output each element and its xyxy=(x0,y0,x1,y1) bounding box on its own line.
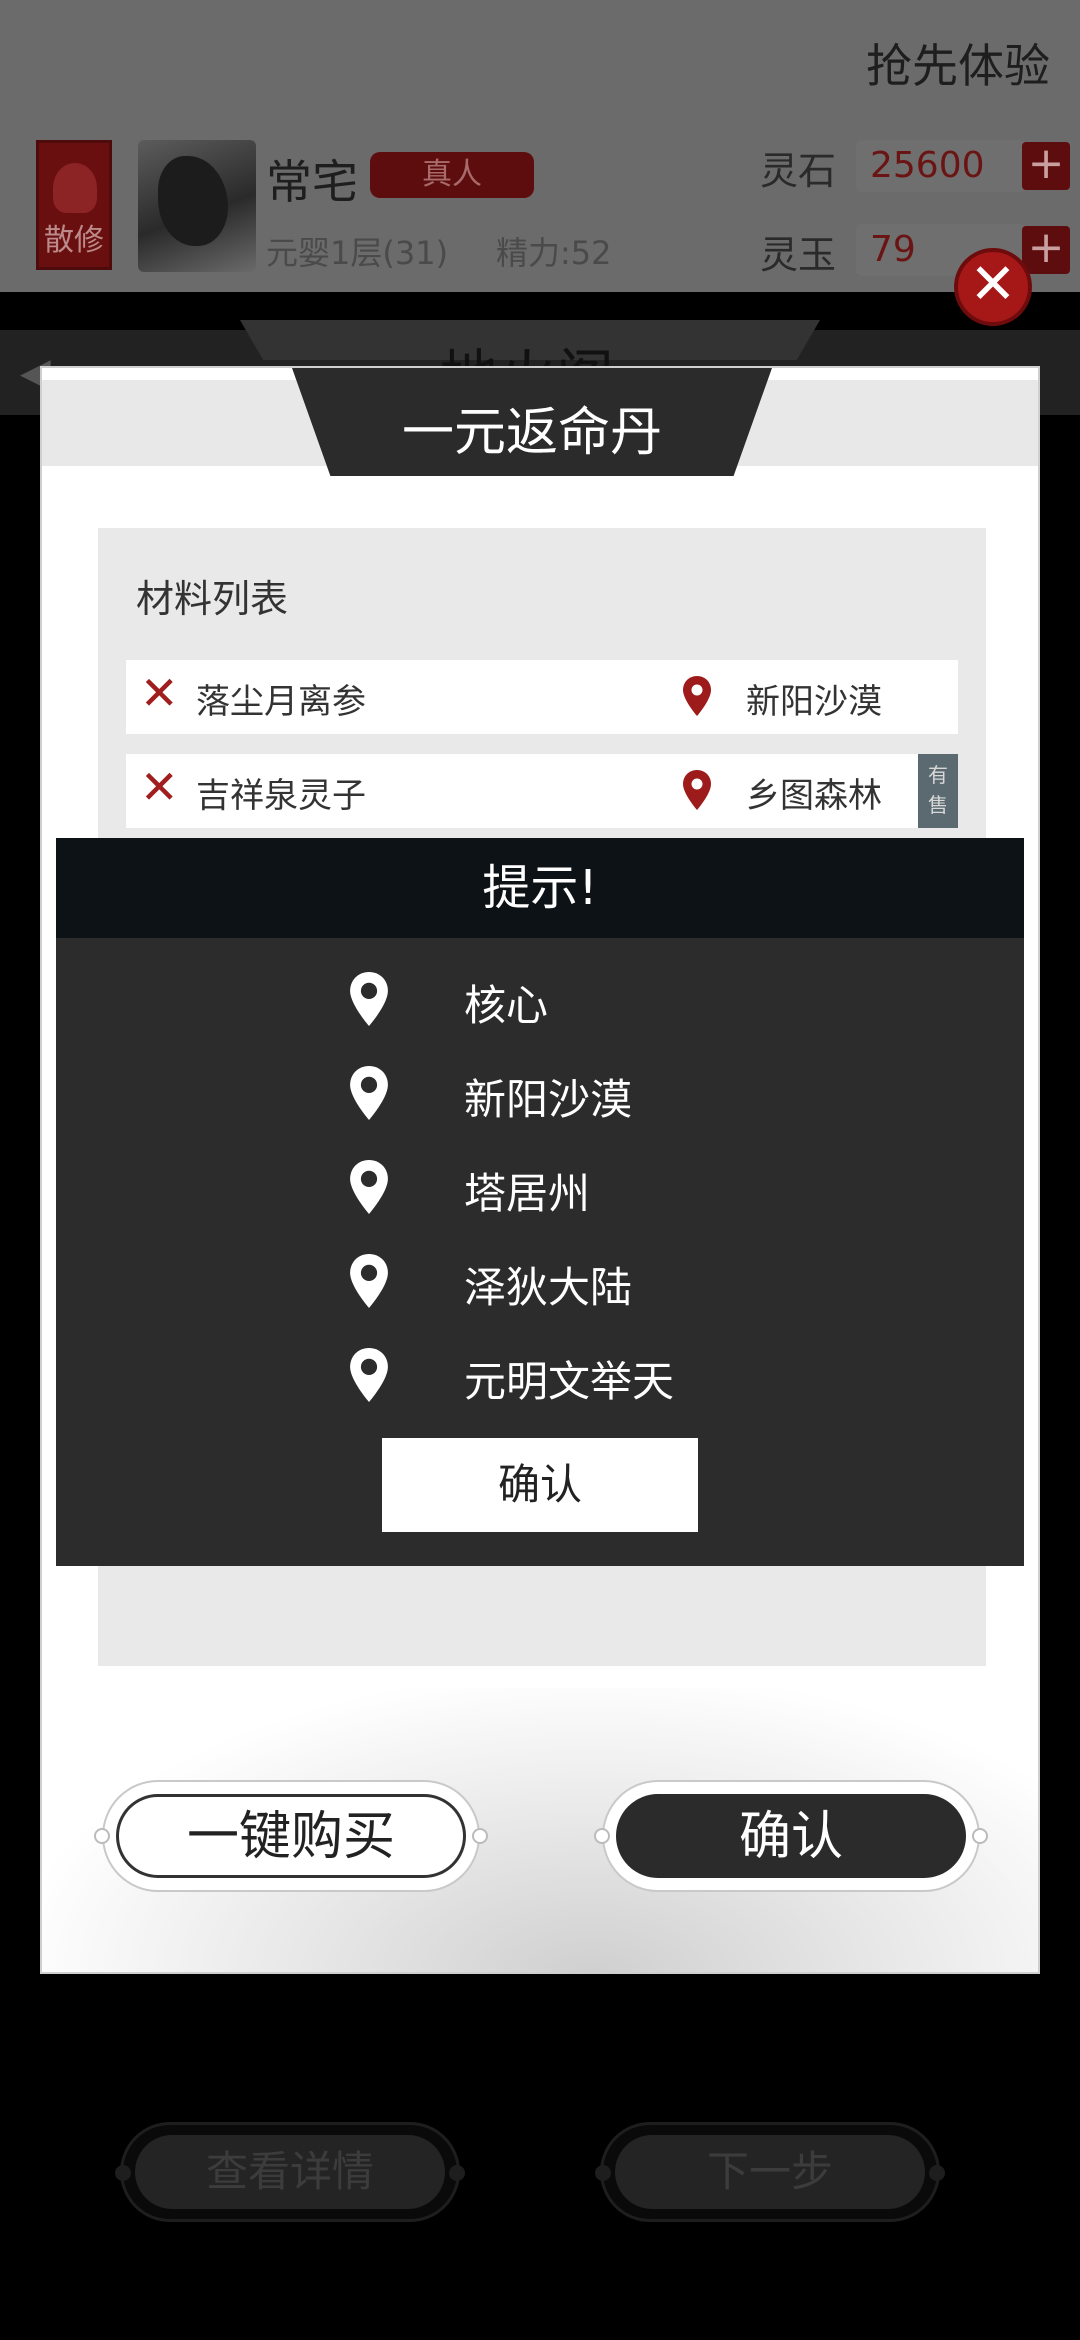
hint-confirm-button[interactable]: 确认 xyxy=(382,1438,698,1532)
location-pin-icon xyxy=(350,972,388,1026)
lotus-icon xyxy=(53,163,97,213)
spirit-jade-label: 灵玉 xyxy=(760,233,837,277)
location-pin-icon xyxy=(683,770,711,810)
sect-badge: 散修 xyxy=(36,140,112,270)
view-details-button[interactable]: 查看详情 xyxy=(115,2122,465,2222)
hint-title: 提示! xyxy=(56,838,1024,938)
location-pin-icon xyxy=(350,1066,388,1120)
close-button[interactable]: ✕ xyxy=(954,248,1032,326)
hint-location-item[interactable]: 塔居州 xyxy=(56,1150,1024,1230)
hint-location-item[interactable]: 核心 xyxy=(56,962,1024,1042)
hint-location-item[interactable]: 新阳沙漠 xyxy=(56,1056,1024,1136)
hint-location-item[interactable]: 元明文举天 xyxy=(56,1338,1024,1418)
badge-label: 散修 xyxy=(44,223,104,258)
location-pin-icon xyxy=(350,1348,388,1402)
hint-location-item[interactable]: 泽狄大陆 xyxy=(56,1244,1024,1324)
recipe-title: 一元返命丹 xyxy=(401,403,662,463)
location-pin-icon xyxy=(350,1160,388,1214)
missing-x-icon: ✕ xyxy=(140,760,179,814)
material-row[interactable]: ✕ 落尘月离参 新阳沙漠 xyxy=(126,660,958,734)
hint-location-name: 新阳沙漠 xyxy=(464,1075,633,1124)
buy-all-button[interactable]: 一键购买 xyxy=(94,1780,488,1892)
add-spirit-jade-button[interactable]: + xyxy=(1022,226,1070,274)
next-step-label: 下一步 xyxy=(615,2135,925,2209)
real-person-tag: 真人 xyxy=(370,152,534,198)
material-location[interactable]: 乡图森林 xyxy=(746,768,882,817)
material-name: 落尘月离参 xyxy=(196,682,366,722)
spirit-stone-value: 25600 xyxy=(856,140,1026,192)
material-location[interactable]: 新阳沙漠 xyxy=(746,674,882,723)
hint-location-name: 核心 xyxy=(464,981,549,1030)
recipe-confirm-label: 确认 xyxy=(616,1794,966,1878)
on-sale-tag[interactable]: 有售 xyxy=(918,754,958,828)
location-pin-icon xyxy=(350,1254,388,1308)
buy-all-label: 一键购买 xyxy=(116,1794,466,1878)
hint-dialog: 提示! 核心 新阳沙漠 塔居州 泽狄大陆 元明文举天 确认 xyxy=(56,838,1024,1566)
view-details-label: 查看详情 xyxy=(135,2135,445,2209)
recipe-confirm-button[interactable]: 确认 xyxy=(594,1780,988,1892)
location-pin-icon xyxy=(683,676,711,716)
next-step-button[interactable]: 下一步 xyxy=(595,2122,945,2222)
material-row[interactable]: ✕ 吉祥泉灵子 乡图森林 有售 xyxy=(126,754,958,828)
missing-x-icon: ✕ xyxy=(140,666,179,720)
materials-title: 材料列表 xyxy=(136,577,289,621)
spirit-stone-label: 灵石 xyxy=(760,149,837,193)
hint-location-name: 塔居州 xyxy=(464,1169,591,1218)
cultivation-realm: 元婴1层(31) xyxy=(266,234,449,272)
player-name: 常宅 xyxy=(266,155,358,209)
material-name: 吉祥泉灵子 xyxy=(196,776,366,816)
add-spirit-stone-button[interactable]: + xyxy=(1022,142,1070,190)
energy-value: 精力:52 xyxy=(496,234,612,272)
hint-location-name: 元明文举天 xyxy=(464,1357,675,1406)
avatar[interactable] xyxy=(138,140,256,272)
hint-location-name: 泽狄大陆 xyxy=(464,1263,633,1312)
early-experience-label[interactable]: 抢先体验 xyxy=(866,30,1050,96)
